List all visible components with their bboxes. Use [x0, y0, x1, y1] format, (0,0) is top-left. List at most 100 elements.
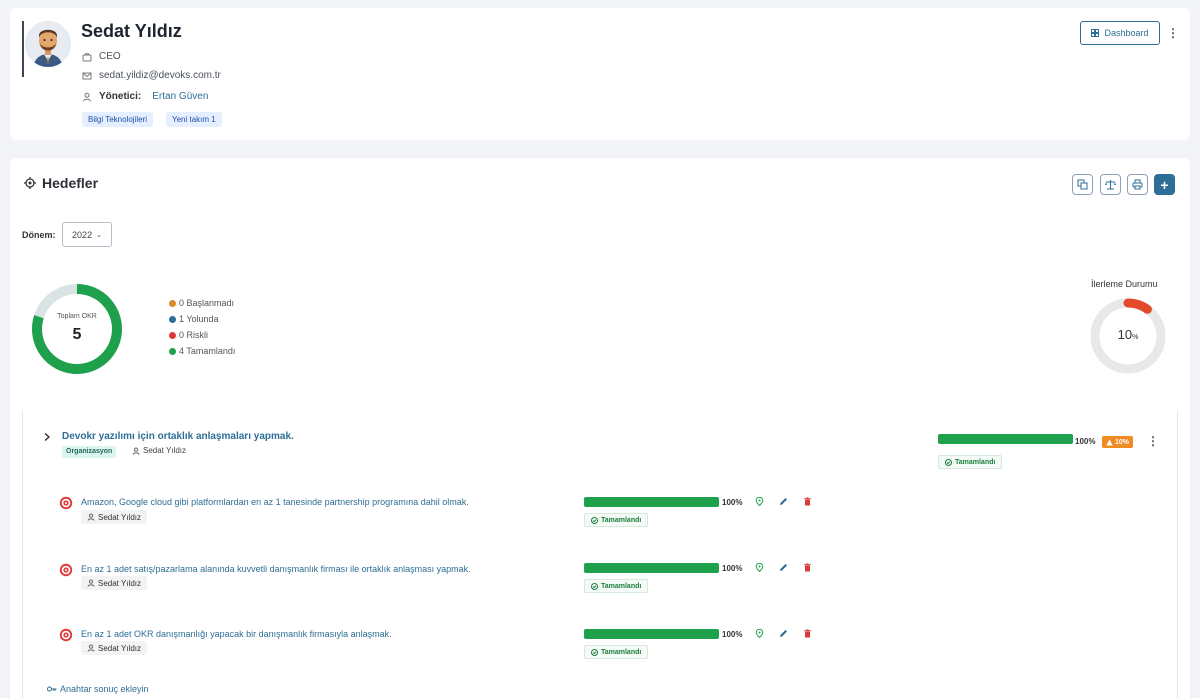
period-label: Dönem:	[22, 230, 56, 240]
key-result-owner: Sedat Yıldız	[81, 510, 147, 524]
email-text[interactable]: sedat.yildiz@devoks.com.tr	[99, 70, 221, 81]
dashboard-icon	[1091, 29, 1100, 37]
key-result-progress-bar	[584, 497, 719, 507]
key-result-percent: 100%	[722, 564, 743, 573]
profile-card: Sedat Yıldız CEO sedat.yildiz@devoks.com…	[10, 8, 1190, 140]
status-pill: Tamamlandı	[584, 579, 649, 593]
progress-fill	[584, 497, 719, 507]
profile-accent-bar	[22, 21, 24, 77]
legend-dot	[169, 347, 176, 355]
edit-icon[interactable]	[779, 563, 788, 572]
delete-icon[interactable]	[803, 629, 812, 638]
mail-icon	[82, 72, 92, 79]
export-button[interactable]	[1127, 174, 1148, 195]
objective-tag: Organizasyon	[62, 446, 117, 458]
legend-item-on-track: 1 Yolunda	[169, 311, 235, 327]
target-icon	[59, 628, 73, 642]
progress-value: 10%	[1088, 327, 1168, 342]
okr-card: Hedefler + Dönem: 2022 ⌄ Toplam OKR 5 0 …	[10, 158, 1190, 698]
legend-dot	[169, 315, 176, 323]
add-key-result-label: Anahtar sonuç ekleyin	[60, 684, 149, 694]
objective-more-icon[interactable]: ⋮	[1147, 435, 1159, 447]
edit-icon[interactable]	[779, 497, 788, 506]
warning-badge: 10%	[1102, 436, 1134, 448]
copy-button[interactable]	[1072, 174, 1093, 195]
donut-center-label: Toplam OKR	[57, 313, 97, 320]
legend-label: 1 Yolunda	[179, 314, 219, 324]
progress-fill	[938, 434, 1073, 444]
okr-donut-chart: Toplam OKR 5	[30, 282, 124, 376]
key-result-progress-bar	[584, 629, 719, 639]
add-objective-button[interactable]: +	[1154, 174, 1175, 195]
check-circle-icon	[591, 582, 598, 590]
warning-icon	[1106, 439, 1113, 445]
check-in-icon[interactable]	[755, 629, 764, 638]
check-in-icon[interactable]	[755, 563, 764, 572]
status-pill: Tamamlandı	[584, 513, 649, 527]
check-in-icon[interactable]	[755, 497, 764, 506]
scale-icon	[1105, 180, 1116, 190]
period-value: 2022	[72, 229, 93, 240]
status-text: Tamamlandı	[601, 648, 642, 656]
compare-button[interactable]	[1100, 174, 1121, 195]
key-result-progress-bar	[584, 563, 719, 573]
legend-dot	[169, 331, 176, 339]
status-pill: Tamamlandı	[938, 455, 1003, 469]
owner-name: Sedat Yıldız	[98, 643, 141, 653]
manager-link[interactable]: Ertan Güven	[152, 91, 208, 102]
user-icon	[87, 579, 95, 587]
plus-icon: +	[1160, 176, 1169, 193]
team-tag: Yeni takım 1	[166, 112, 222, 127]
target-icon	[59, 496, 73, 510]
key-result-owner: Sedat Yıldız	[81, 641, 147, 655]
edit-icon[interactable]	[779, 629, 788, 638]
status-pill: Tamamlandı	[584, 645, 649, 659]
status-text: Tamamlandı	[601, 582, 642, 590]
check-circle-icon	[591, 516, 598, 524]
objective-title[interactable]: Devokr yazılımı için ortaklık anlaşmalar…	[62, 431, 294, 442]
legend-item-at-risk: 0 Riskli	[169, 327, 235, 343]
role-text: CEO	[99, 51, 121, 62]
dashboard-button[interactable]: Dashboard	[1080, 21, 1160, 45]
manager-label: Yönetici:	[99, 91, 142, 102]
progress-unit: %	[1132, 334, 1139, 341]
progress-title: İlerleme Durumu	[1091, 279, 1158, 289]
dashboard-label: Dashboard	[1104, 28, 1149, 38]
donut-center-value: 5	[72, 326, 82, 343]
status-text: Tamamlandı	[955, 458, 996, 466]
section-title: Hedefler	[24, 175, 98, 191]
email-row: sedat.yildiz@devoks.com.tr	[82, 70, 221, 81]
profile-name: Sedat Yıldız	[81, 21, 182, 41]
user-icon	[132, 446, 140, 455]
user-icon	[87, 513, 95, 521]
progress-gauge: 10%	[1088, 296, 1168, 376]
user-icon	[83, 92, 91, 102]
objective-owner: Sedat Yıldız	[132, 446, 186, 455]
legend-label: 0 Başlanmadı	[179, 298, 235, 308]
section-title-text: Hedefler	[42, 175, 99, 191]
add-key-result-link[interactable]: Anahtar sonuç ekleyin	[47, 684, 149, 694]
key-result-owner: Sedat Yıldız	[81, 576, 147, 590]
gauge-fill	[1123, 298, 1152, 314]
chevron-right-icon[interactable]	[42, 432, 52, 442]
check-circle-icon	[591, 648, 598, 656]
chevron-down-icon: ⌄	[96, 231, 102, 239]
profile-more-icon[interactable]: ⋮	[1167, 27, 1179, 39]
copy-icon	[1077, 179, 1088, 190]
objective-percent: 100%	[1075, 437, 1096, 446]
objective-progress-bar	[938, 434, 1073, 444]
legend-dot	[169, 299, 176, 307]
printer-icon	[1132, 179, 1143, 190]
key-result-title[interactable]: Amazon, Google cloud gibi platformlardan…	[81, 497, 469, 507]
delete-icon[interactable]	[803, 563, 812, 572]
owner-name: Sedat Yıldız	[98, 512, 141, 522]
legend-label: 4 Tamamlandı	[179, 346, 236, 356]
target-icon	[59, 563, 73, 577]
progress-number: 10	[1117, 327, 1133, 342]
period-select[interactable]: 2022 ⌄	[62, 222, 112, 247]
owner-name: Sedat Yıldız	[143, 446, 186, 455]
delete-icon[interactable]	[803, 497, 812, 506]
key-result-title[interactable]: En az 1 adet satış/pazarlama alanında ku…	[81, 564, 471, 574]
key-result-title[interactable]: En az 1 adet OKR danışmanlığı yapacak bi…	[81, 629, 392, 639]
status-text: Tamamlandı	[601, 516, 642, 524]
